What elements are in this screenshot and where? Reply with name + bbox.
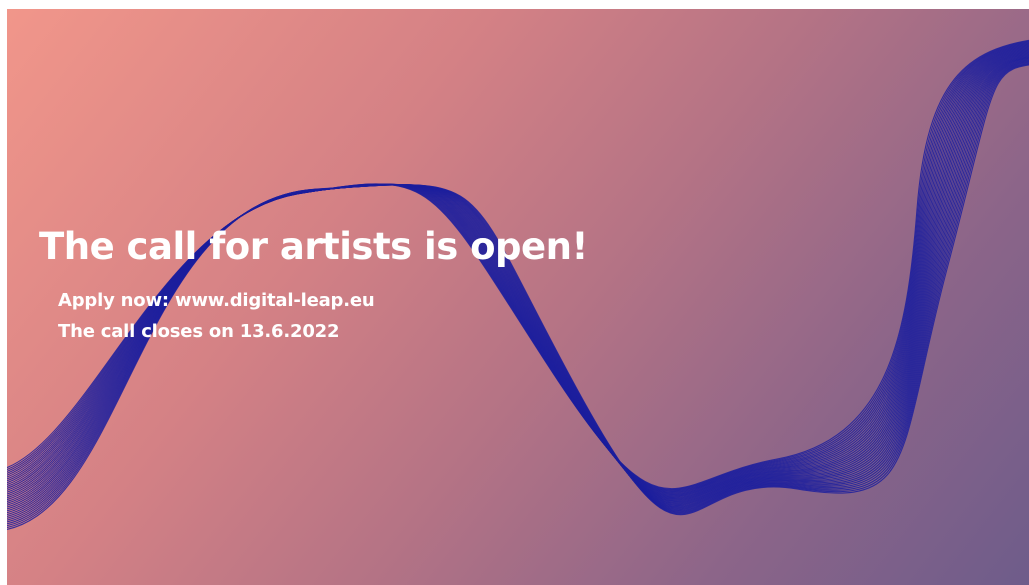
wave-line xyxy=(7,48,1029,499)
wave-line xyxy=(7,51,1029,501)
headline: The call for artists is open! xyxy=(39,225,588,268)
closing-date-text: The call closes on 13.6.2022 xyxy=(58,321,340,342)
wave-line xyxy=(7,49,1029,500)
apply-url-text: Apply now: www.digital-leap.eu xyxy=(58,290,375,311)
wave-line xyxy=(7,59,1029,517)
banner: The call for artists is open! Apply now:… xyxy=(7,9,1029,585)
wave-line xyxy=(7,45,1029,496)
